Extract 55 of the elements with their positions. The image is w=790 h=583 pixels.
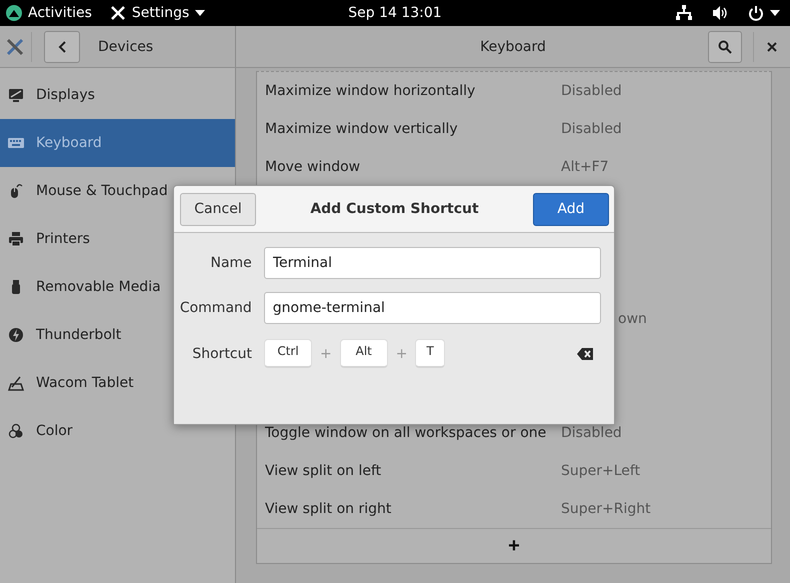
keyboard-icon xyxy=(8,135,24,151)
section-title: Devices xyxy=(98,38,154,54)
power-icon[interactable] xyxy=(748,5,764,21)
clock[interactable]: Sep 14 13:01 xyxy=(335,5,455,21)
input-field[interactable]: gnome-terminal xyxy=(264,292,601,324)
mouse-icon xyxy=(8,183,24,199)
backspace-icon xyxy=(577,348,593,360)
shortcut-value: Disabled xyxy=(561,121,622,137)
shortcut-name: Move window xyxy=(265,159,362,175)
lightning-icon xyxy=(8,327,24,343)
sidebar-item[interactable]: Wacom Tablet xyxy=(0,359,235,407)
activities-button[interactable]: Activities xyxy=(28,5,92,21)
shortcut-name: View split on right xyxy=(265,501,392,517)
add-button[interactable]: Add xyxy=(532,192,609,226)
printer-icon xyxy=(8,231,24,247)
volume-icon[interactable] xyxy=(712,5,728,21)
shortcut-value: Disabled xyxy=(561,83,622,99)
sidebar-item[interactable]: Color xyxy=(0,407,235,455)
keycap: Ctrl xyxy=(264,339,312,368)
plus-sign: + xyxy=(320,346,332,362)
app-menu[interactable]: Settings xyxy=(132,5,190,21)
shortcut-value: own xyxy=(618,311,647,327)
tablet-pen-icon xyxy=(8,375,24,391)
shortcut-value: Disabled xyxy=(561,425,622,441)
chevron-left-icon xyxy=(58,40,66,52)
keycap: Alt xyxy=(340,339,388,368)
display-icon xyxy=(8,87,24,103)
shortcut-value: Super+Right xyxy=(561,501,651,517)
shortcut-value: Alt+F7 xyxy=(561,159,609,175)
field-label: Shortcut xyxy=(191,346,252,362)
shortcut-name: Maximize window horizontally xyxy=(265,83,476,99)
shortcut-value: Super+Left xyxy=(561,463,640,479)
close-icon xyxy=(767,42,777,52)
caret-icon[interactable] xyxy=(770,10,780,16)
shortcut-name: Maximize window vertically xyxy=(265,121,459,137)
window-title: Keyboard xyxy=(479,38,547,54)
keycap: T xyxy=(415,339,445,368)
field-label: Name xyxy=(209,255,252,271)
network-icon[interactable] xyxy=(676,5,692,21)
color-circles-icon xyxy=(8,423,24,439)
sidebar-item[interactable]: Displays xyxy=(0,71,235,119)
clear-button[interactable] xyxy=(577,348,593,360)
dialog-title: Add Custom Shortcut xyxy=(310,201,479,217)
field-label: Command xyxy=(178,300,252,316)
search-button[interactable] xyxy=(708,30,742,62)
cancel-button[interactable]: Cancel xyxy=(180,192,256,226)
add-shortcut-button[interactable]: + xyxy=(504,534,524,558)
input-field[interactable]: Terminal xyxy=(264,247,601,279)
plus-sign: + xyxy=(396,346,408,362)
shortcut-name: View split on left xyxy=(265,463,382,479)
logo-icon xyxy=(6,5,22,21)
caret-icon xyxy=(195,10,206,16)
shortcut-name: Toggle window on all workspaces or one xyxy=(265,425,548,441)
search-icon xyxy=(718,40,732,54)
back-button[interactable] xyxy=(44,30,80,62)
